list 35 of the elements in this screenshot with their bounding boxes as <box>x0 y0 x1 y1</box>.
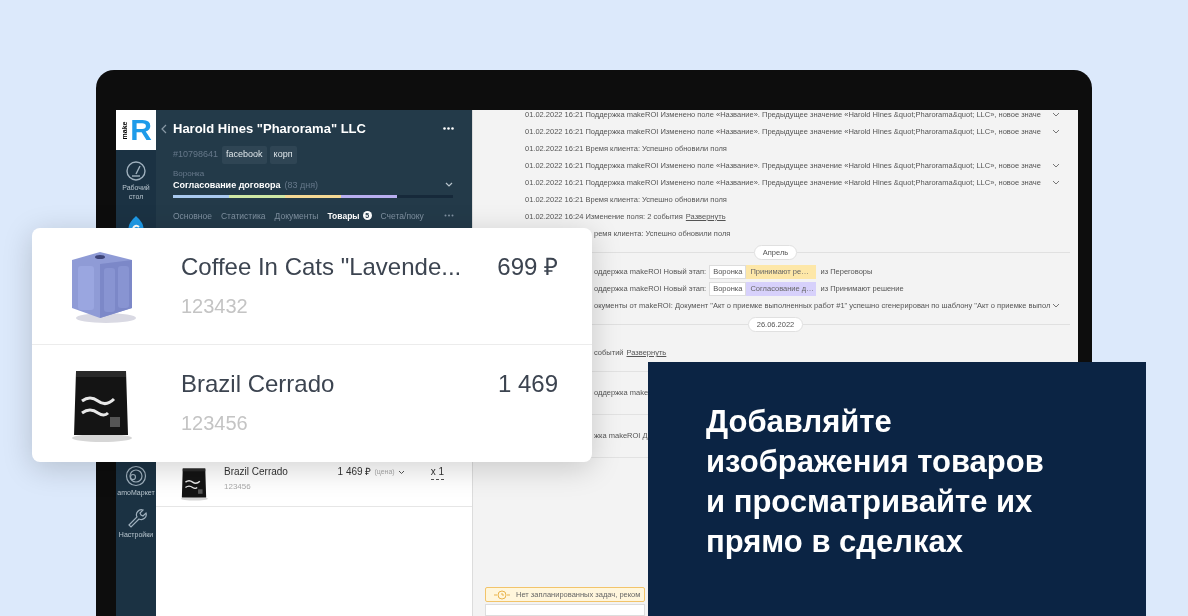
circles-icon[interactable] <box>125 465 147 487</box>
back-icon[interactable] <box>161 123 167 134</box>
chevron-icon[interactable] <box>1052 303 1060 308</box>
chevron-icon[interactable] <box>397 469 405 475</box>
quantity[interactable]: x 1 <box>430 465 444 480</box>
chevron-icon[interactable] <box>1052 129 1060 134</box>
tab[interactable]: Счета/поку <box>380 209 424 223</box>
tab[interactable]: Основное <box>173 209 212 223</box>
more-icon[interactable] <box>443 127 454 130</box>
clock-icon <box>494 589 510 600</box>
chevron-icon[interactable] <box>1052 180 1060 185</box>
tag[interactable]: корп <box>269 146 297 164</box>
product-price: 699 ₽ <box>497 252 558 282</box>
deal-number: #10798641 <box>173 148 219 161</box>
product-name: Brazil Cerrado <box>224 465 288 479</box>
product-price: 1 469 ₽ <box>337 465 372 479</box>
product-name: Brazil Cerrado <box>181 369 335 399</box>
deal-title: Harold Hines "Pharorama" LLC <box>173 119 366 138</box>
product-name: Coffee In Cats "Lavende... <box>181 252 462 282</box>
stage-days: (83 дня) <box>284 178 318 191</box>
product-sku: 123432 <box>181 294 249 318</box>
gauge-icon[interactable] <box>125 160 147 182</box>
promo-headline: Добавляйте изображения товаров и просматривайте их прямо в сделках <box>706 403 1045 561</box>
stage-name: Согласование договора <box>173 178 281 191</box>
product-price: 1 469 <box>497 369 558 399</box>
chevron-icon[interactable] <box>1052 112 1060 117</box>
product-sku: 123456 <box>224 481 252 493</box>
product-sku: 123456 <box>181 411 249 435</box>
tab[interactable]: Статистика <box>220 209 266 223</box>
tab[interactable]: Документы <box>274 209 319 223</box>
logo-letter: R <box>130 115 152 145</box>
message-input[interactable] <box>485 604 645 616</box>
chevron-icon[interactable] <box>445 182 453 187</box>
chevron-icon[interactable] <box>1052 163 1060 168</box>
tag[interactable]: facebook <box>222 146 267 164</box>
